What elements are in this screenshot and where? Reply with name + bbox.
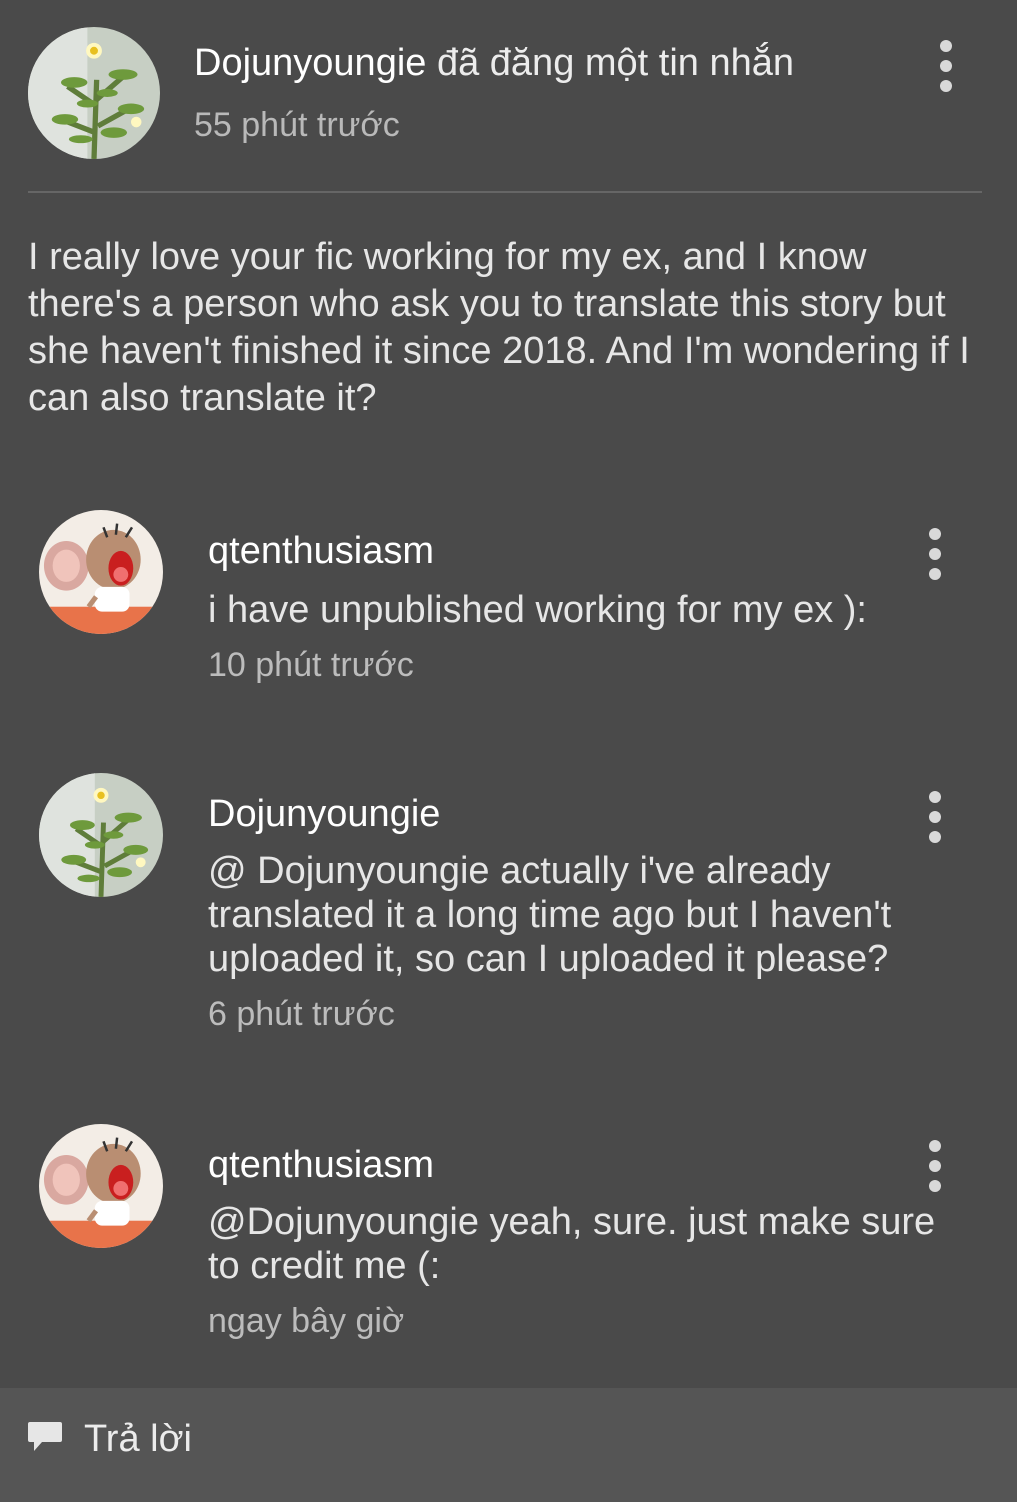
- post-action: đã đăng một tin nhắn: [426, 42, 795, 84]
- comment-text: i have unpublished working for my ex ):: [208, 589, 867, 631]
- comment-time: 6 phút trước: [208, 995, 395, 1033]
- comment-author[interactable]: Dojunyoungie: [208, 793, 440, 836]
- post-more-options-icon[interactable]: [934, 38, 958, 94]
- post-author[interactable]: Dojunyoungie: [194, 42, 426, 84]
- post-body: I really love your fic working for my ex…: [28, 236, 970, 419]
- speech-bubble-icon: [28, 1422, 62, 1451]
- divider: [28, 191, 982, 193]
- post-header: Dojunyoungie đã đăng một tin nhắn 55 phú…: [0, 0, 1017, 190]
- comment-text: @ Dojunyoungie actually i've already tra…: [208, 850, 892, 980]
- post-time: 55 phút trước: [194, 106, 400, 144]
- avatar[interactable]: [39, 773, 163, 897]
- comment-more-options-icon[interactable]: [923, 789, 947, 845]
- avatar[interactable]: [39, 1124, 163, 1248]
- comment-more-options-icon[interactable]: [923, 526, 947, 582]
- comment-time: ngay bây giờ: [208, 1302, 405, 1340]
- reply-bar: Trả lời: [0, 1388, 1017, 1502]
- comment-author[interactable]: qtenthusiasm: [208, 530, 434, 573]
- cartoon-mouse-avatar-image: [39, 510, 163, 634]
- plant-avatar-image: [28, 27, 160, 159]
- cartoon-mouse-avatar-image: [39, 1124, 163, 1248]
- plant-avatar-image: [39, 773, 163, 897]
- avatar[interactable]: [39, 510, 163, 634]
- comment-text: @Dojunyoungie yeah, sure. just make sure…: [208, 1201, 936, 1287]
- comment-author[interactable]: qtenthusiasm: [208, 1144, 434, 1187]
- comment-time: 10 phút trước: [208, 646, 414, 684]
- post-title: Dojunyoungie đã đăng một tin nhắn: [194, 42, 794, 85]
- comment-more-options-icon[interactable]: [923, 1138, 947, 1194]
- reply-label: Trả lời: [84, 1418, 192, 1460]
- avatar[interactable]: [28, 27, 160, 159]
